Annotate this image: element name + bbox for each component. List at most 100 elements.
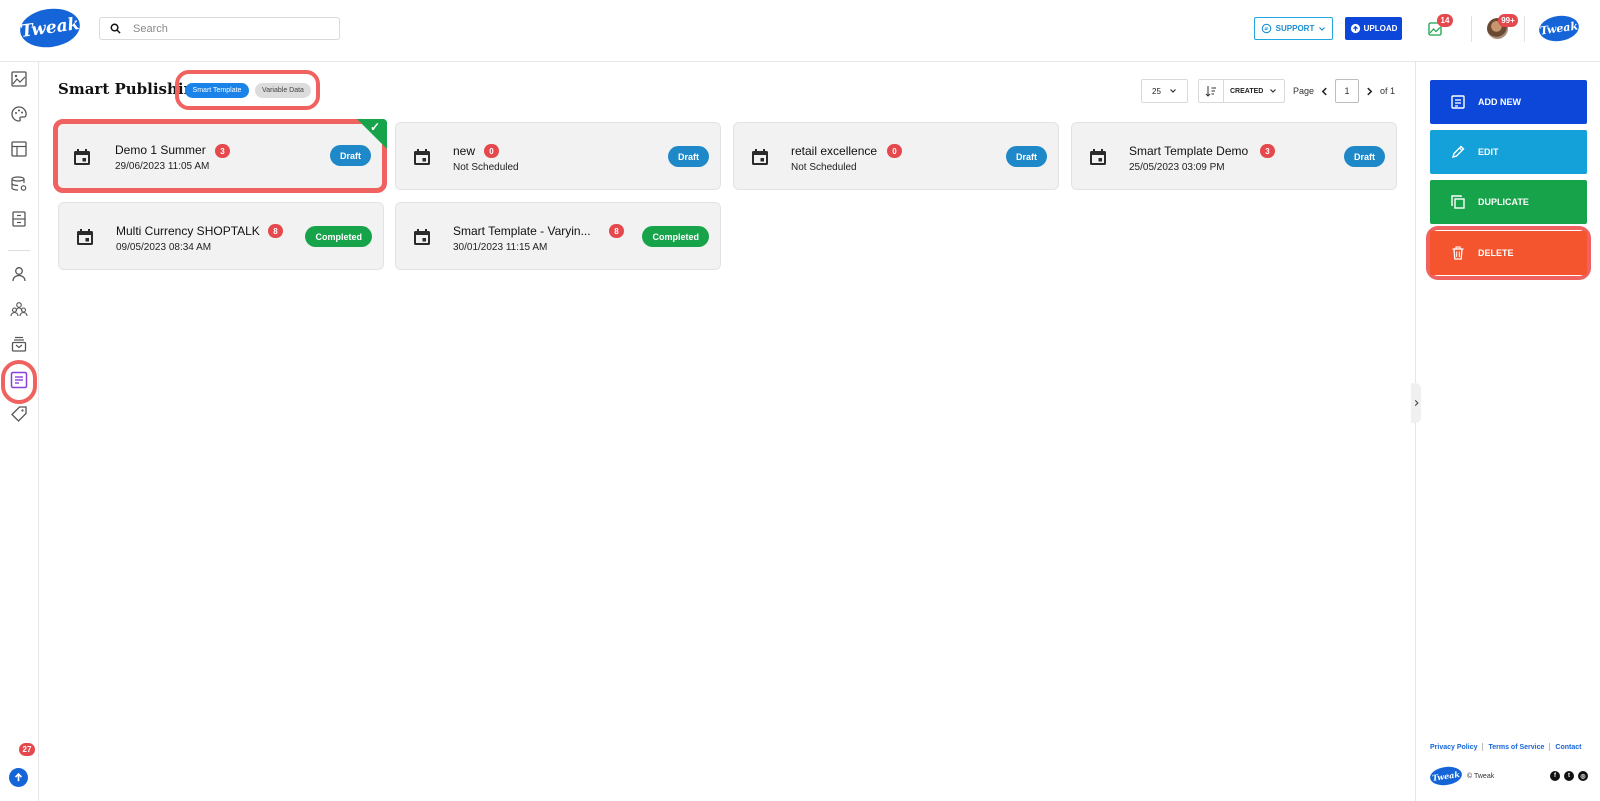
nav-users[interactable] (8, 263, 30, 285)
support-button[interactable]: SUPPORT (1254, 17, 1333, 40)
top-bar: Tweak SUPPORT UPLOAD 14 99+ Tweak (0, 0, 1600, 62)
database-settings-icon (11, 176, 27, 191)
facebook-icon[interactable]: f (1550, 771, 1560, 781)
left-nav: 27 (0, 62, 39, 801)
card-date: Not Scheduled (453, 162, 519, 173)
sort-select[interactable]: CREATED (1198, 79, 1285, 103)
footer-separator (1549, 743, 1551, 751)
archive-icon (12, 211, 26, 227)
template-card[interactable]: new 0 Not Scheduled Draft (395, 122, 721, 190)
calendar-icon (414, 229, 430, 245)
updates-button[interactable] (9, 768, 28, 787)
workspace-logo[interactable]: Tweak (1537, 13, 1581, 44)
nav-divider (8, 250, 30, 251)
notifications-badge: 99+ (1498, 14, 1518, 27)
chevron-down-icon (1170, 89, 1176, 93)
page-number-input[interactable]: 1 (1335, 79, 1360, 103)
copyright: © Tweak (1467, 772, 1495, 780)
tag-icon (11, 406, 27, 422)
add-note-icon (1451, 95, 1465, 109)
nav-archive[interactable] (8, 208, 30, 230)
instagram-icon[interactable]: ◎ (1578, 771, 1588, 781)
delete-button[interactable]: DELETE (1430, 231, 1587, 275)
support-label: SUPPORT (1275, 24, 1315, 33)
trash-icon (1452, 246, 1464, 260)
upload-label: UPLOAD (1363, 24, 1398, 33)
per-page-value: 25 (1152, 86, 1161, 96)
nav-tags[interactable] (8, 403, 30, 425)
status-badge: Draft (1343, 146, 1385, 167)
nav-layout[interactable] (8, 138, 30, 160)
chat-support-icon (1261, 23, 1271, 34)
search-box[interactable] (99, 17, 340, 40)
layout-icon (11, 141, 27, 157)
calendar-icon (77, 229, 93, 245)
status-badge: Completed (642, 226, 709, 247)
card-count-badge: 3 (1260, 144, 1275, 158)
terms-of-service-link[interactable]: Terms of Service (1488, 744, 1544, 751)
calendar-icon (414, 149, 430, 165)
nav-inbox-stack[interactable] (8, 333, 30, 355)
duplicate-button[interactable]: DUPLICATE (1430, 180, 1587, 224)
nav-smart-publishing[interactable] (8, 369, 30, 391)
per-page-select[interactable]: 25 (1141, 79, 1188, 103)
image-library-icon (11, 71, 27, 87)
upload-button[interactable]: UPLOAD (1345, 17, 1402, 40)
card-name: new (453, 144, 476, 158)
card-name: Demo 1 Summer (115, 143, 206, 157)
pencil-icon (1451, 145, 1465, 159)
card-count-badge: 3 (215, 144, 230, 158)
card-name: retail excellence (791, 144, 878, 158)
tab-smart-template[interactable]: Smart Template (185, 83, 249, 98)
chevron-left-icon[interactable] (1320, 87, 1329, 96)
card-count-badge: 8 (268, 224, 283, 238)
edit-button[interactable]: EDIT (1430, 130, 1587, 174)
pagination: Page 1 of 1 (1293, 79, 1395, 103)
arrow-up-icon (14, 772, 23, 782)
card-name: Multi Currency SHOPTALK (116, 224, 260, 238)
privacy-policy-link[interactable]: Privacy Policy (1430, 744, 1477, 751)
footer-brand: Tweak © Tweak f t ◎ (1428, 764, 1588, 788)
nav-database-settings[interactable] (8, 173, 30, 195)
divider (1471, 16, 1472, 42)
status-badge: Draft (329, 145, 371, 166)
template-card[interactable]: Smart Template Demo 3 25/05/2023 03:09 P… (1071, 122, 1397, 190)
card-count-badge: 0 (484, 144, 499, 158)
page-label: Page (1293, 86, 1315, 96)
upload-cloud-icon (1350, 23, 1360, 34)
smart-publishing-icon (10, 371, 28, 389)
updates-badge: 27 (19, 743, 35, 756)
card-count-badge: 8 (609, 224, 624, 238)
status-badge: Completed (305, 226, 372, 247)
divider (1524, 16, 1525, 42)
panel-toggle[interactable] (1411, 383, 1421, 423)
contact-link[interactable]: Contact (1555, 744, 1581, 751)
nav-image-library[interactable] (8, 68, 30, 90)
search-input[interactable] (133, 22, 313, 35)
sort-icon (1205, 86, 1216, 97)
template-card[interactable]: Multi Currency SHOPTALK 8 09/05/2023 08:… (58, 202, 384, 270)
status-badge: Draft (1005, 146, 1047, 167)
template-card[interactable]: retail excellence 0 Not Scheduled Draft (733, 122, 1059, 190)
nav-teams[interactable] (8, 298, 30, 320)
card-count-badge: 0 (887, 144, 902, 158)
calendar-icon (74, 149, 90, 165)
tweak-logo[interactable]: Tweak (17, 5, 83, 51)
images-badge: 14 (1437, 14, 1453, 27)
card-name: Smart Template Demo (1129, 144, 1249, 158)
delete-label: DELETE (1478, 248, 1514, 258)
user-icon (12, 267, 26, 282)
nav-palette[interactable] (8, 103, 30, 125)
calendar-icon (1090, 149, 1106, 165)
images-notification[interactable]: 14 (1428, 14, 1453, 40)
template-card[interactable]: ✓ Demo 1 Summer 3 29/06/2023 11:05 AM Dr… (53, 119, 387, 193)
palette-icon (11, 106, 27, 122)
edit-label: EDIT (1478, 147, 1499, 157)
team-icon (10, 302, 28, 317)
twitter-icon[interactable]: t (1564, 771, 1574, 781)
chevron-right-icon[interactable] (1365, 87, 1374, 96)
card-date: 09/05/2023 08:34 AM (116, 242, 212, 253)
tab-variable-data[interactable]: Variable Data (255, 83, 311, 98)
add-new-button[interactable]: ADD NEW (1430, 80, 1587, 124)
template-card[interactable]: Smart Template - Varyin... 8 30/01/2023 … (395, 202, 721, 270)
